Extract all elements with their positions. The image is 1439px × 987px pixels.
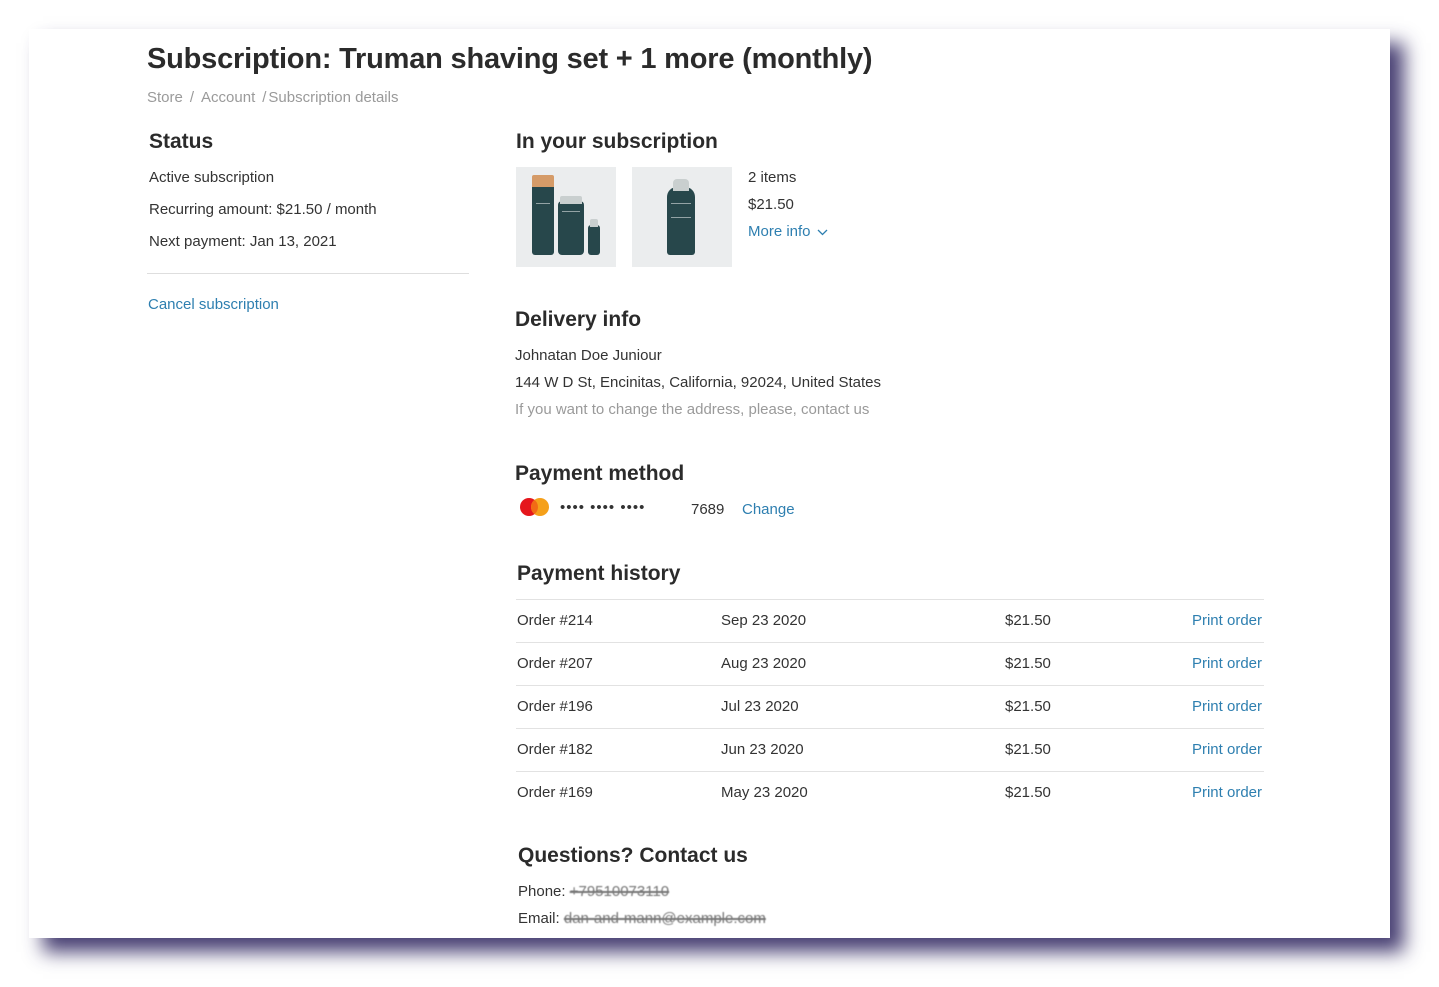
label-line: [536, 203, 550, 204]
order-amount: $21.50: [1005, 784, 1051, 801]
tube-cap: [560, 196, 582, 204]
order-date: Sep 23 2020: [721, 612, 807, 629]
page-title: Subscription: Truman shaving set + 1 mor…: [147, 43, 873, 75]
email-label: Email:: [518, 910, 560, 927]
label-line: [671, 217, 691, 218]
small-bottle-shape: [588, 219, 600, 255]
contact-title: Questions? Contact us: [518, 844, 748, 867]
email-value: dan-and-mann@example.com: [563, 910, 766, 927]
label-line: [671, 203, 691, 204]
subscription-details-card: Subscription: Truman shaving set + 1 mor…: [29, 29, 1390, 938]
breadcrumb-separator: /: [189, 89, 195, 106]
payment-method-title: Payment method: [515, 462, 685, 485]
bottle-shape: [532, 175, 554, 255]
breadcrumb-separator: /: [262, 89, 267, 106]
breadcrumb-current: Subscription details: [268, 89, 399, 106]
delivery-address: 144 W D St, Encinitas, California, 92024…: [515, 374, 882, 391]
order-amount: $21.50: [1005, 612, 1051, 629]
more-info-label: More info: [748, 223, 811, 240]
delivery-note: If you want to change the address, pleas…: [515, 401, 870, 418]
chevron-down-icon: [817, 229, 827, 235]
contact-email: Email: dan-and-mann@example.com: [518, 910, 766, 927]
gel-can-cap: [673, 179, 689, 191]
payment-history-table: Order #214 Sep 23 2020 $21.50 Print orde…: [516, 599, 1264, 814]
order-number: Order #196: [517, 698, 593, 715]
order-number: Order #182: [517, 741, 593, 758]
subscription-price: $21.50: [748, 196, 794, 213]
recurring-amount: Recurring amount: $21.50 / month: [149, 201, 377, 218]
order-amount: $21.50: [1005, 741, 1051, 758]
status-divider: [147, 273, 469, 274]
small-bottle-cap: [590, 219, 598, 227]
card-last4: 7689: [691, 501, 725, 518]
gel-can-shape: [667, 179, 695, 255]
order-number: Order #207: [517, 655, 593, 672]
breadcrumb-account[interactable]: Account: [201, 89, 255, 106]
card-number-masked: •••• •••• ••••: [560, 499, 646, 516]
order-number: Order #214: [517, 612, 593, 629]
table-row: Order #196 Jul 23 2020 $21.50 Print orde…: [516, 685, 1264, 728]
phone-value: +79510073110: [569, 883, 670, 900]
shaving-set-image[interactable]: [516, 167, 616, 267]
order-amount: $21.50: [1005, 655, 1051, 672]
shave-gel-image[interactable]: [632, 167, 732, 267]
subscription-title: In your subscription: [516, 130, 718, 153]
delivery-title: Delivery info: [515, 308, 642, 331]
print-order-link[interactable]: Print order: [1192, 655, 1262, 672]
order-date: May 23 2020: [721, 784, 808, 801]
status-state: Active subscription: [149, 169, 275, 186]
contact-phone: Phone: +79510073110: [518, 883, 669, 900]
order-amount: $21.50: [1005, 698, 1051, 715]
table-row: Order #207 Aug 23 2020 $21.50 Print orde…: [516, 642, 1264, 685]
table-row: Order #182 Jun 23 2020 $21.50 Print orde…: [516, 728, 1264, 771]
table-row: Order #169 May 23 2020 $21.50 Print orde…: [516, 771, 1264, 814]
phone-label: Phone:: [518, 883, 566, 900]
cancel-subscription-link[interactable]: Cancel subscription: [148, 296, 279, 313]
print-order-link[interactable]: Print order: [1192, 612, 1262, 629]
delivery-name: Johnatan Doe Juniour: [515, 347, 662, 364]
order-date: Jul 23 2020: [721, 698, 799, 715]
bottle-cap: [532, 175, 554, 187]
print-order-link[interactable]: Print order: [1192, 784, 1262, 801]
change-payment-link[interactable]: Change: [742, 501, 795, 518]
next-payment: Next payment: Jan 13, 2021: [149, 233, 337, 250]
item-count: 2 items: [748, 169, 797, 186]
order-date: Aug 23 2020: [721, 655, 807, 672]
print-order-link[interactable]: Print order: [1192, 741, 1262, 758]
label-line: [562, 211, 580, 212]
payment-history-title: Payment history: [517, 562, 681, 585]
order-date: Jun 23 2020: [721, 741, 804, 758]
table-row: Order #214 Sep 23 2020 $21.50 Print orde…: [516, 599, 1264, 642]
mastercard-icon: [520, 498, 549, 516]
print-order-link[interactable]: Print order: [1192, 698, 1262, 715]
status-title: Status: [149, 130, 214, 153]
breadcrumb: Store / Account / Subscription details: [147, 89, 398, 106]
tube-shape: [558, 196, 584, 255]
breadcrumb-store[interactable]: Store: [147, 89, 183, 106]
order-number: Order #169: [517, 784, 593, 801]
more-info-toggle[interactable]: More info: [748, 223, 828, 240]
